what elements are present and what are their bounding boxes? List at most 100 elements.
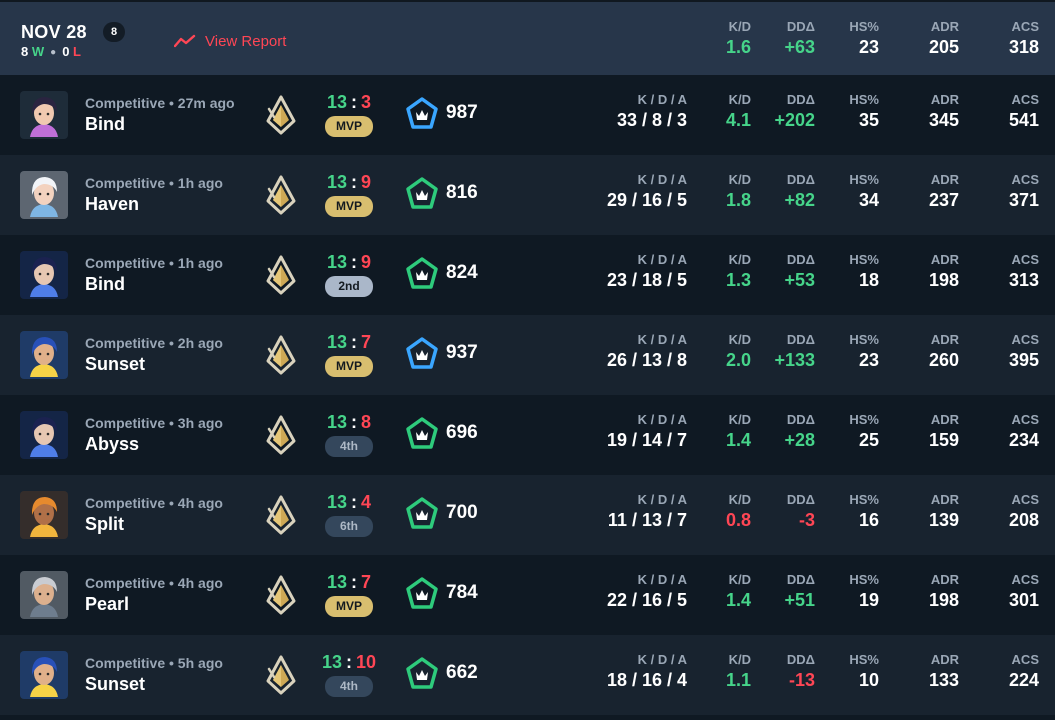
ascendant-rank-icon	[265, 415, 297, 455]
match-row[interactable]: Competitive • 1h ago Bind 13:9 2nd 824 K / D …	[0, 235, 1055, 315]
kda-value: 11 / 13 / 7	[607, 510, 687, 530]
kda-value: 22 / 16 / 5	[606, 590, 687, 610]
kd-stat: K/D 1.4	[726, 572, 751, 611]
adr-stat: ADR 345	[929, 92, 959, 131]
acs-stat: ACS 371	[1009, 172, 1039, 211]
kda-label: K / D / A	[637, 572, 687, 587]
map-name: Bind	[85, 114, 125, 134]
hs-value: 10	[858, 670, 879, 690]
acs-value: 541	[1008, 110, 1039, 130]
kda-stat: K / D / A 26 / 13 / 8	[607, 332, 687, 371]
match-row[interactable]: Competitive • 4h ago Split 13:4 6th 700 K / D…	[0, 475, 1055, 555]
score-us: 13	[326, 92, 347, 112]
adr-label: ADR	[930, 492, 959, 507]
match-row[interactable]: Competitive • 3h ago Abyss 13:8 4th 696 K / D…	[0, 395, 1055, 475]
hs-label: HS%	[849, 92, 879, 107]
dd-stat: DDΔ +82	[784, 172, 815, 211]
placement-badge: 2nd	[325, 276, 373, 297]
acs-stat: ACS 301	[1009, 572, 1039, 611]
dd-stat: DDΔ -3	[787, 492, 815, 531]
match-score: 13:10	[313, 652, 385, 673]
dd-label: DDΔ	[786, 572, 815, 587]
score-separator: :	[351, 172, 357, 192]
dd-label: DDΔ	[786, 172, 815, 187]
adr-value: 159	[928, 430, 959, 450]
agent-neon-portrait	[20, 331, 68, 379]
green-tier-icon	[405, 177, 439, 211]
kda-value: 26 / 13 / 8	[606, 350, 687, 370]
wins-letter: W	[31, 44, 45, 59]
hs-stat: HS% 19	[849, 572, 879, 611]
map-name: Haven	[85, 194, 140, 214]
kda-label: K / D / A	[637, 652, 687, 667]
match-score: 13:7	[313, 572, 385, 593]
dd-stat: DDΔ +53	[784, 252, 815, 291]
kd-value: 4.1	[725, 110, 751, 130]
match-score: 13:9	[313, 252, 385, 273]
match-mode-time: Competitive • 27m ago	[85, 95, 235, 111]
acs-stat: ACS 234	[1009, 412, 1039, 451]
view-report-label: View Report	[205, 32, 287, 50]
hs-label: HS%	[849, 652, 879, 667]
match-row[interactable]: Competitive • 4h ago Pearl 13:7 MVP 784 K / D…	[0, 555, 1055, 635]
match-row[interactable]: Competitive • 27m ago Bind 13:3 MVP 987 K / D…	[0, 75, 1055, 155]
rank-rating: 937	[446, 342, 478, 363]
match-score: 13:3	[313, 92, 385, 113]
trend-line-icon	[174, 34, 196, 48]
dd-value: +133	[774, 350, 815, 370]
kda-value: 18 / 16 / 4	[606, 670, 687, 690]
match-row[interactable]: Competitive • 2h ago Sunset 13:7 MVP 937 K / …	[0, 315, 1055, 395]
kd-value: 1.3	[725, 270, 751, 290]
dd-value: -13	[788, 670, 815, 690]
acs-label: ACS	[1011, 492, 1039, 507]
dd-label: DDΔ	[786, 492, 815, 507]
adr-label: ADR	[930, 652, 959, 667]
adr-label: ADR	[930, 252, 959, 267]
view-report-button[interactable]: View Report	[174, 31, 286, 51]
dd-stat: DDΔ +51	[784, 572, 815, 611]
hs-label: HS%	[849, 412, 879, 427]
dd-value: +51	[784, 590, 815, 610]
rank-rating: 696	[446, 422, 478, 443]
losses-letter: L	[73, 44, 81, 59]
match-row[interactable]: Competitive • 1h ago Haven 13:9 MVP 816 K / D…	[0, 155, 1055, 235]
kd-stat: K/D 4.1	[726, 92, 751, 131]
header-acs-value: 318	[1008, 37, 1039, 57]
ascendant-rank-icon	[265, 255, 297, 295]
blue-tier-icon	[405, 337, 439, 371]
hs-stat: HS% 25	[849, 412, 879, 451]
acs-stat: ACS 541	[1009, 92, 1039, 131]
hs-value: 19	[858, 590, 879, 610]
kda-stat: K / D / A 23 / 18 / 5	[607, 252, 687, 291]
header-adr-value: 205	[928, 37, 959, 57]
acs-label: ACS	[1011, 172, 1039, 187]
kd-stat: K/D 1.3	[726, 252, 751, 291]
agent-neon-portrait	[20, 651, 68, 699]
score-them: 3	[361, 92, 372, 112]
acs-value: 208	[1008, 510, 1039, 530]
kd-label: K/D	[728, 652, 751, 667]
kd-value: 1.4	[725, 590, 751, 610]
kda-label: K / D / A	[637, 92, 687, 107]
placement-badge: MVP	[325, 356, 373, 377]
adr-label: ADR	[930, 572, 959, 587]
dd-value: +202	[774, 110, 815, 130]
kda-label: K / D / A	[637, 172, 687, 187]
ascendant-rank-icon	[265, 495, 297, 535]
kda-value: 23 / 18 / 5	[606, 270, 687, 290]
score-separator: :	[351, 572, 357, 592]
adr-stat: ADR 198	[929, 252, 959, 291]
score-them: 8	[361, 412, 372, 432]
acs-label: ACS	[1011, 572, 1039, 587]
dd-label: DDΔ	[786, 652, 815, 667]
green-tier-icon	[405, 417, 439, 451]
kda-value: 29 / 16 / 5	[606, 190, 687, 210]
dd-label: DDΔ	[786, 332, 815, 347]
acs-stat: ACS 208	[1009, 492, 1039, 531]
match-row[interactable]: Competitive • 5h ago Sunset 13:10 4th 662 K /…	[0, 635, 1055, 715]
score-us: 13	[326, 492, 347, 512]
kda-label: K / D / A	[637, 412, 687, 427]
kd-stat: K/D 0.8	[726, 492, 751, 531]
adr-value: 133	[928, 670, 959, 690]
kd-value: 1.8	[725, 190, 751, 210]
